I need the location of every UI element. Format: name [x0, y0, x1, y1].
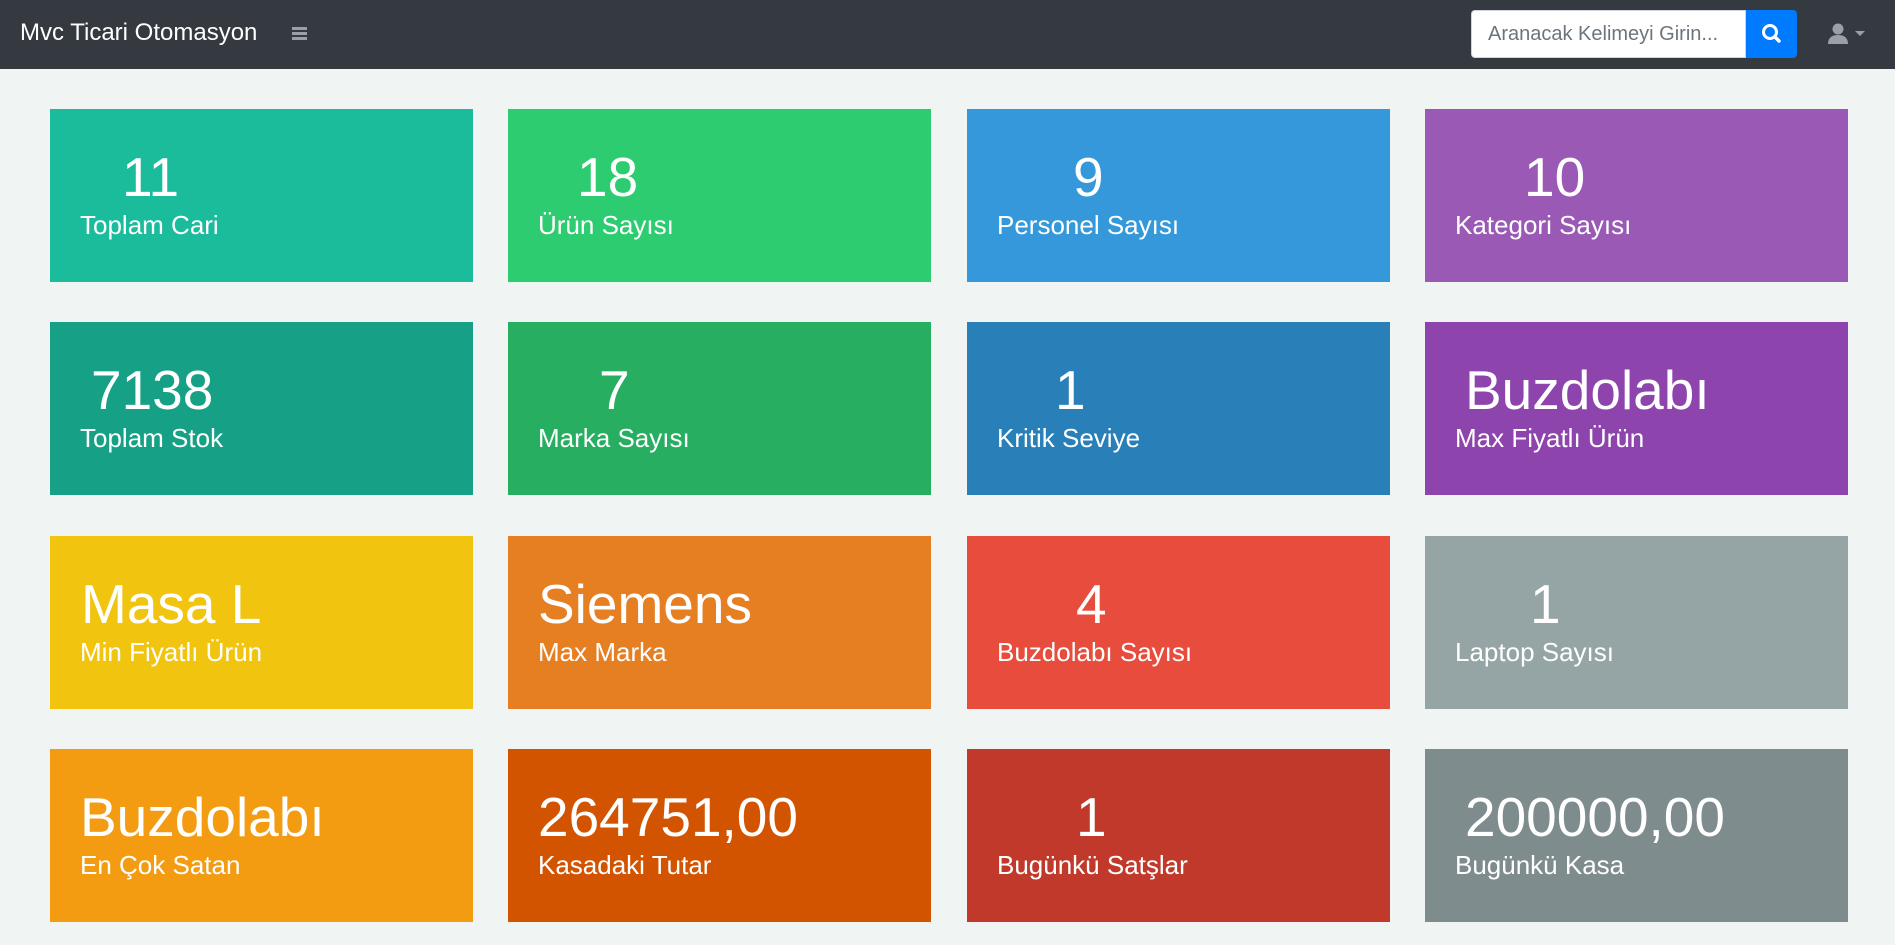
- stat-label: Kasadaki Tutar: [538, 850, 712, 880]
- stat-value: 1: [1076, 786, 1107, 848]
- stat-label: Laptop Sayısı: [1455, 637, 1614, 667]
- stat-value: 9: [1073, 146, 1104, 208]
- stat-label: En Çok Satan: [80, 850, 241, 880]
- stat-label: Max Fiyatlı Ürün: [1455, 423, 1645, 453]
- stat-value: 11: [122, 146, 180, 208]
- stat-tile[interactable]: 200000,00 Bugünkü Kasa: [1425, 749, 1848, 922]
- stat-value: 7: [599, 359, 630, 421]
- stat-tile[interactable]: Buzdolabı En Çok Satan: [50, 749, 473, 922]
- hamburger-icon[interactable]: [290, 23, 310, 43]
- brand-title[interactable]: Mvc Ticari Otomasyon: [20, 18, 257, 48]
- stat-label: Kategori Sayısı: [1455, 210, 1632, 240]
- stat-label: Marka Sayısı: [538, 423, 690, 453]
- stat-tile[interactable]: 1 Bugünkü Satşlar: [967, 749, 1390, 922]
- stat-tile[interactable]: Masa L Min Fiyatlı Ürün: [50, 536, 473, 709]
- stat-value: Masa L: [81, 573, 262, 635]
- stat-value: 1: [1530, 573, 1561, 635]
- stat-label: Kritik Seviye: [997, 423, 1141, 453]
- stat-tile[interactable]: 9 Personel Sayısı: [967, 109, 1390, 282]
- stat-tile[interactable]: Siemens Max Marka: [508, 536, 931, 709]
- stat-label: Bugünkü Satşlar: [997, 850, 1188, 880]
- stat-value: 18: [577, 146, 639, 208]
- stat-tile[interactable]: 7138 Toplam Stok: [50, 322, 473, 495]
- stat-value: 264751,00: [538, 786, 798, 848]
- stat-tile[interactable]: 4 Buzdolabı Sayısı: [967, 536, 1390, 709]
- stat-value: 1: [1055, 359, 1086, 421]
- search-icon: [1762, 24, 1781, 43]
- search-input[interactable]: [1471, 10, 1746, 58]
- stat-label: Buzdolabı Sayısı: [997, 637, 1193, 667]
- stat-tile[interactable]: Buzdolabı Max Fiyatlı Ürün: [1425, 322, 1848, 495]
- stat-tile[interactable]: 1 Laptop Sayısı: [1425, 536, 1848, 709]
- stat-tile[interactable]: 1 Kritik Seviye: [967, 322, 1390, 495]
- stat-tile[interactable]: 10 Kategori Sayısı: [1425, 109, 1848, 282]
- stat-label: Toplam Stok: [80, 423, 224, 453]
- stat-tile[interactable]: 7 Marka Sayısı: [508, 322, 931, 495]
- stat-value: 7138: [91, 359, 214, 421]
- stat-label: Toplam Cari: [80, 210, 219, 240]
- user-icon: [1828, 23, 1848, 44]
- stat-label: Min Fiyatlı Ürün: [80, 637, 263, 667]
- caret-down-icon: [1855, 31, 1865, 36]
- stat-value: Buzdolabı: [1465, 359, 1710, 421]
- stat-value: Siemens: [538, 573, 752, 635]
- user-menu[interactable]: [1826, 20, 1872, 48]
- stat-label: Personel Sayısı: [997, 210, 1180, 240]
- stat-tile[interactable]: 18 Ürün Sayısı: [508, 109, 931, 282]
- search-button[interactable]: [1746, 10, 1797, 58]
- top-navbar: Mvc Ticari Otomasyon: [0, 0, 1895, 69]
- stat-value: Buzdolabı: [80, 786, 325, 848]
- stat-label: Bugünkü Kasa: [1455, 850, 1625, 880]
- stat-tile[interactable]: 11 Toplam Cari: [50, 109, 473, 282]
- search-form: [1471, 10, 1797, 58]
- stat-tile[interactable]: 264751,00 Kasadaki Tutar: [508, 749, 931, 922]
- stat-label: Max Marka: [538, 637, 667, 667]
- stat-label: Ürün Sayısı: [538, 210, 674, 240]
- stat-value: 4: [1076, 573, 1107, 635]
- stat-value: 10: [1524, 146, 1586, 208]
- stat-value: 200000,00: [1465, 786, 1725, 848]
